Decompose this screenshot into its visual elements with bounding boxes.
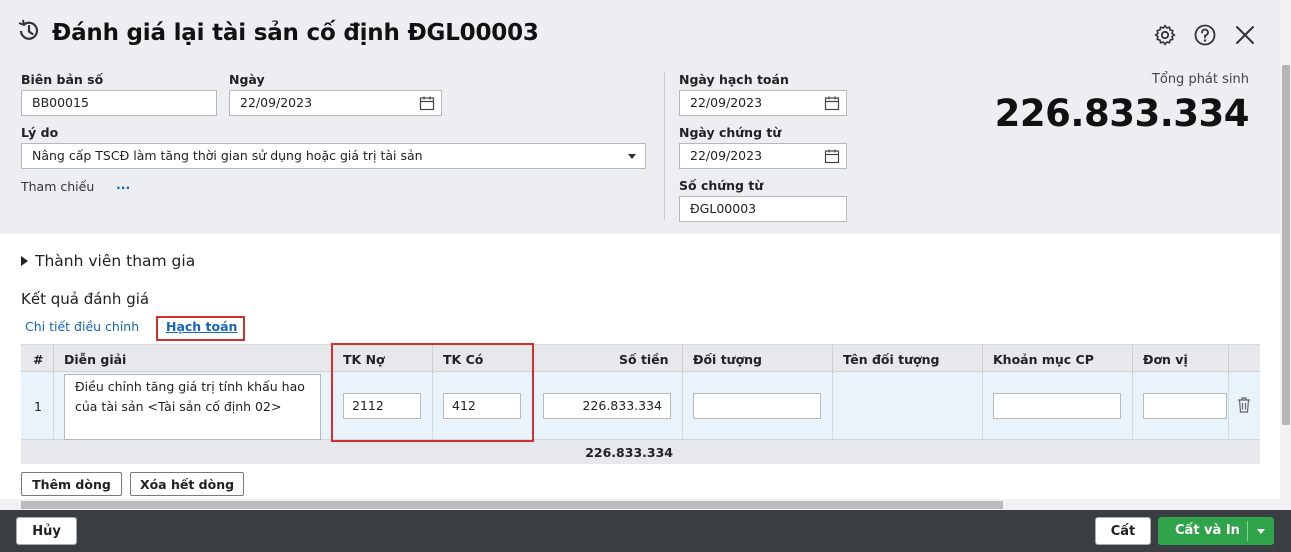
- members-toggle[interactable]: Thành viên tham gia: [21, 252, 195, 270]
- vertical-scrollbar[interactable]: [1280, 0, 1291, 510]
- object-input[interactable]: [693, 393, 821, 419]
- reason-value: Nâng cấp TSCĐ làm tăng thời gian sử dụng…: [32, 148, 423, 163]
- col-amount: Số tiền: [619, 352, 669, 367]
- row-divider: [682, 372, 683, 440]
- footer-total: 226.833.334: [585, 445, 673, 460]
- save-print-button[interactable]: Cất và In: [1158, 517, 1274, 545]
- col-divider: [682, 345, 683, 373]
- page-title: Đánh giá lại tài sản cố định ĐGL00003: [52, 20, 539, 46]
- gear-icon[interactable]: [1152, 22, 1178, 48]
- calendar-icon[interactable]: [824, 95, 840, 111]
- total-label: Tổng phát sinh: [1151, 72, 1249, 87]
- save-button[interactable]: Cất: [1095, 517, 1151, 545]
- col-divider: [1228, 345, 1229, 373]
- reference-label: Tham chiếu: [21, 179, 95, 194]
- calendar-icon[interactable]: [824, 148, 840, 164]
- dialog-header: Đánh giá lại tài sản cố định ĐGL00003 Bi…: [0, 0, 1280, 234]
- title-row: Đánh giá lại tài sản cố định ĐGL00003: [16, 18, 539, 48]
- save-print-label: Cất và In: [1175, 523, 1240, 538]
- date-value: 22/09/2023: [240, 95, 313, 110]
- row-divider: [1228, 372, 1229, 440]
- cancel-button[interactable]: Hủy: [16, 517, 77, 545]
- posting-date-field[interactable]: 22/09/2023: [679, 90, 847, 116]
- row-divider: [53, 372, 54, 440]
- grid-header: # Diễn giải TK Nợ TK Có Số tiền Đối tượn…: [21, 344, 1260, 373]
- results-section-title: Kết quả đánh giá: [21, 290, 150, 308]
- voucher-date-value: 22/09/2023: [690, 148, 763, 163]
- members-label: Thành viên tham gia: [35, 252, 196, 270]
- reference-link[interactable]: ...: [116, 177, 130, 192]
- unit-input[interactable]: [1143, 393, 1227, 419]
- voucher-date-label: Ngày chứng từ: [679, 125, 782, 140]
- add-row-button[interactable]: Thêm dòng: [21, 472, 122, 496]
- amount-input[interactable]: 226.833.334: [543, 393, 671, 419]
- col-expense-item: Khoản mục CP: [993, 352, 1094, 367]
- chevron-down-icon[interactable]: [628, 154, 636, 159]
- date-field[interactable]: 22/09/2023: [229, 90, 442, 116]
- col-unit: Đơn vị: [1143, 352, 1188, 367]
- row-index: 1: [34, 399, 42, 414]
- report-no-label: Biên bản số: [21, 72, 104, 87]
- close-icon[interactable]: [1232, 22, 1258, 48]
- col-object: Đối tượng: [693, 352, 763, 367]
- col-divider: [832, 345, 833, 373]
- reason-label: Lý do: [21, 125, 59, 140]
- row-divider: [832, 372, 833, 440]
- col-description: Diễn giải: [64, 352, 127, 367]
- posting-date-label: Ngày hạch toán: [679, 72, 789, 87]
- horizontal-scrollbar[interactable]: [0, 499, 1280, 510]
- caret-right-icon: [21, 256, 28, 266]
- clear-rows-button[interactable]: Xóa hết dòng: [130, 472, 244, 496]
- tab-detail[interactable]: Chi tiết điều chỉnh: [25, 319, 139, 334]
- split-divider: [1247, 521, 1248, 541]
- scrollbar-thumb[interactable]: [21, 501, 1003, 509]
- table-row[interactable]: 1 Điều chỉnh tăng giá trị tính khấu hao …: [21, 372, 1260, 440]
- row-divider: [1132, 372, 1133, 440]
- col-divider: [53, 345, 54, 373]
- date-label: Ngày: [229, 72, 265, 87]
- voucher-no-label: Số chứng từ: [679, 178, 764, 193]
- report-no-field[interactable]: BB00015: [21, 90, 217, 116]
- expense-item-input[interactable]: [993, 393, 1121, 419]
- highlight-box: [331, 343, 534, 442]
- grid-footer: 226.833.334: [21, 440, 1260, 464]
- col-divider: [982, 345, 983, 373]
- col-divider: [1132, 345, 1133, 373]
- col-object-name: Tên đối tượng: [843, 352, 940, 367]
- row-divider: [982, 372, 983, 440]
- scrollbar-thumb[interactable]: [1282, 65, 1290, 425]
- chevron-down-icon[interactable]: [1257, 529, 1265, 534]
- title-actions: [1152, 22, 1258, 48]
- dialog-footer: Hủy Cất Cất và In: [0, 510, 1291, 552]
- help-icon[interactable]: [1192, 22, 1218, 48]
- col-index: #: [33, 352, 44, 367]
- history-icon: [16, 18, 42, 48]
- divider: [664, 72, 665, 220]
- reason-select[interactable]: Nâng cấp TSCĐ làm tăng thời gian sử dụng…: [21, 143, 646, 169]
- description-input[interactable]: Điều chỉnh tăng giá trị tính khấu hao củ…: [64, 374, 321, 440]
- voucher-date-field[interactable]: 22/09/2023: [679, 143, 847, 169]
- total-value: 226.833.334: [994, 92, 1250, 135]
- posting-date-value: 22/09/2023: [690, 95, 763, 110]
- trash-icon[interactable]: [1236, 396, 1252, 418]
- calendar-icon[interactable]: [419, 95, 435, 111]
- tab-accounting[interactable]: Hạch toán: [166, 319, 237, 334]
- voucher-no-field[interactable]: ĐGL00003: [679, 196, 847, 222]
